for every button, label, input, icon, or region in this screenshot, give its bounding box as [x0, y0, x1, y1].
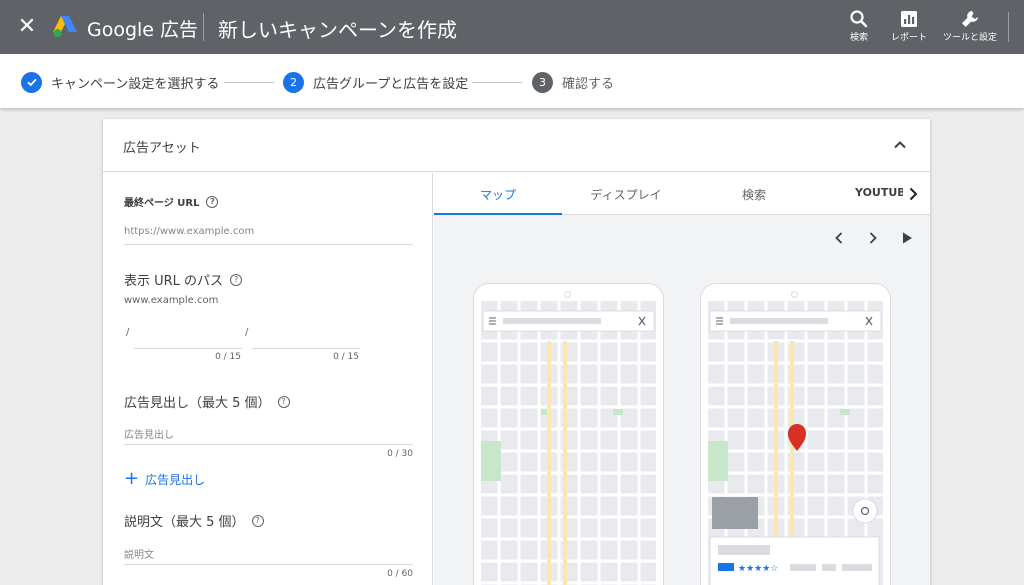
card-header[interactable]: 広告アセット — [103, 119, 930, 172]
headline-input[interactable] — [124, 444, 413, 445]
step-label: キャンペーン設定を選択する — [51, 76, 220, 92]
step-number: 3 — [532, 71, 553, 93]
svg-text:★★★★☆: ★★★★☆ — [738, 564, 778, 574]
path1-input[interactable] — [134, 348, 242, 349]
tab-youtube[interactable]: YOUTUBE — [855, 186, 903, 199]
ad-preview-panel: マップ ディスプレイ 検索 YOUTUBE — [434, 173, 930, 585]
tools-settings-button[interactable]: ツールと設定 — [940, 8, 1000, 44]
close-icon[interactable]: ✕ — [14, 14, 40, 40]
step-ad-group-and-ads[interactable]: 2 広告グループと広告を設定 — [283, 71, 468, 93]
plus-icon: + — [124, 468, 140, 489]
wrench-icon — [962, 11, 978, 27]
header-divider-right — [1008, 12, 1009, 42]
headline-counter: 0 / 30 — [387, 449, 413, 459]
path-slash: / — [245, 327, 249, 338]
campaign-stepper: キャンペーン設定を選択する 2 広告グループと広告を設定 3 確認する — [0, 54, 1024, 108]
path1-counter: 0 / 15 — [215, 352, 241, 362]
report-tool-button[interactable]: レポート — [879, 8, 939, 44]
path2-counter: 0 / 15 — [333, 352, 359, 362]
phone-preview-map-with-pin: ★★★★☆ — [700, 283, 891, 585]
display-path-base: www.example.com — [124, 295, 219, 306]
map-image: ★★★★☆ — [708, 301, 883, 585]
play-icon[interactable] — [899, 230, 915, 246]
chevron-right-icon[interactable] — [904, 185, 922, 203]
preview-tabs: マップ ディスプレイ 検索 YOUTUBE — [434, 173, 930, 215]
tab-map[interactable]: マップ — [434, 186, 562, 203]
descriptions-label-text: 説明文（最大 5 個） — [124, 515, 245, 530]
previous-icon[interactable] — [831, 230, 847, 246]
path2-input[interactable] — [252, 348, 360, 349]
add-headline-label: 広告見出し — [145, 472, 206, 487]
step-label: 確認する — [562, 76, 615, 92]
header-divider — [203, 13, 204, 41]
phone-camera — [564, 291, 571, 298]
description-placeholder: 説明文 — [124, 550, 154, 561]
help-icon[interactable]: ? — [251, 514, 264, 527]
map-image — [481, 301, 656, 585]
phone-preview-map — [473, 283, 664, 585]
tools-settings-label: ツールと設定 — [942, 33, 997, 43]
headlines-label: 広告見出し（最大 5 個） ? — [124, 392, 290, 411]
report-icon — [901, 11, 917, 27]
tab-search[interactable]: 検索 — [690, 186, 818, 203]
search-icon — [850, 10, 868, 28]
display-path-label-text: 表示 URL のパス — [124, 274, 224, 289]
report-tool-label: レポート — [890, 33, 927, 43]
check-icon — [21, 71, 42, 93]
help-icon[interactable]: ? — [230, 273, 243, 286]
help-icon[interactable]: ? — [206, 195, 219, 208]
step-number: 2 — [283, 71, 304, 93]
next-icon[interactable] — [865, 230, 881, 246]
step-review[interactable]: 3 確認する — [532, 71, 614, 93]
step-connector — [224, 82, 274, 83]
description-counter: 0 / 60 — [387, 569, 413, 579]
active-tab-indicator — [434, 213, 562, 215]
top-app-bar: ✕ Google 広告 新しいキャンペーンを作成 検索 レポート ツールと設定 — [0, 0, 1024, 54]
step-select-campaign-settings[interactable]: キャンペーン設定を選択する — [21, 71, 219, 93]
descriptions-label: 説明文（最大 5 個） ? — [124, 511, 264, 530]
headline-placeholder: 広告見出し — [124, 430, 174, 441]
phone-camera — [791, 291, 798, 298]
headlines-label-text: 広告見出し（最大 5 個） — [124, 396, 271, 411]
chevron-up-icon[interactable] — [892, 137, 908, 153]
step-label: 広告グループと広告を設定 — [313, 76, 469, 92]
card-title: 広告アセット — [123, 141, 201, 156]
google-ads-logo — [53, 16, 77, 37]
description-input[interactable] — [124, 564, 413, 565]
ad-assets-form: 最終ページ URL ? https://www.example.com 表示 U… — [103, 173, 433, 585]
final-url-placeholder: https://www.example.com — [124, 226, 255, 237]
path-slash: / — [126, 327, 130, 338]
final-url-input[interactable] — [124, 244, 413, 245]
display-path-label: 表示 URL のパス ? — [124, 270, 243, 289]
add-headline-button[interactable]: + 広告見出し — [124, 470, 205, 488]
final-url-label: 最終ページ URL ? — [124, 194, 219, 209]
help-icon[interactable]: ? — [277, 395, 290, 408]
brand-name: Google 広告 — [87, 19, 199, 41]
ad-assets-card: 広告アセット 最終ページ URL ? https://www.example.c… — [103, 119, 930, 585]
tab-display[interactable]: ディスプレイ — [562, 186, 690, 203]
step-connector — [472, 82, 522, 83]
final-url-label-text: 最終ページ URL — [124, 198, 200, 209]
page-title: 新しいキャンペーンを作成 — [218, 18, 457, 42]
